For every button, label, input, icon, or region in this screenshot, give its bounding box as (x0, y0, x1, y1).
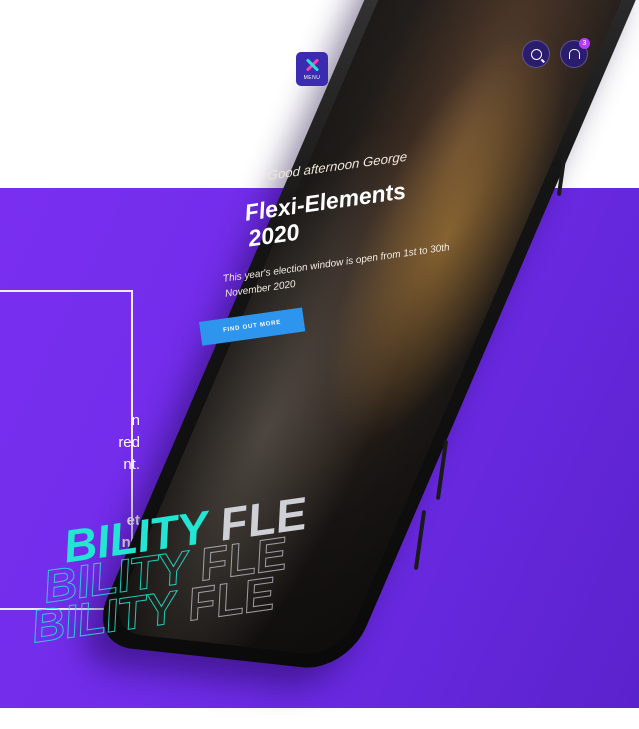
marquee-outline-grey-2: FLE (184, 566, 278, 631)
notification-badge: 3 (579, 38, 590, 49)
search-button[interactable] (522, 40, 550, 68)
app-screen-content: MENU 3 Good afternoon George Flexi-Eleme… (0, 0, 639, 729)
find-out-more-button[interactable]: FIND OUT MORE (199, 307, 306, 346)
bell-icon (568, 49, 580, 59)
menu-button[interactable]: MENU (296, 52, 328, 86)
menu-x-icon (304, 57, 320, 73)
greeting-text: Good afternoon George (267, 148, 408, 183)
menu-label: MENU (303, 75, 321, 81)
search-icon (530, 48, 542, 60)
notifications-button[interactable]: 3 (560, 38, 590, 68)
